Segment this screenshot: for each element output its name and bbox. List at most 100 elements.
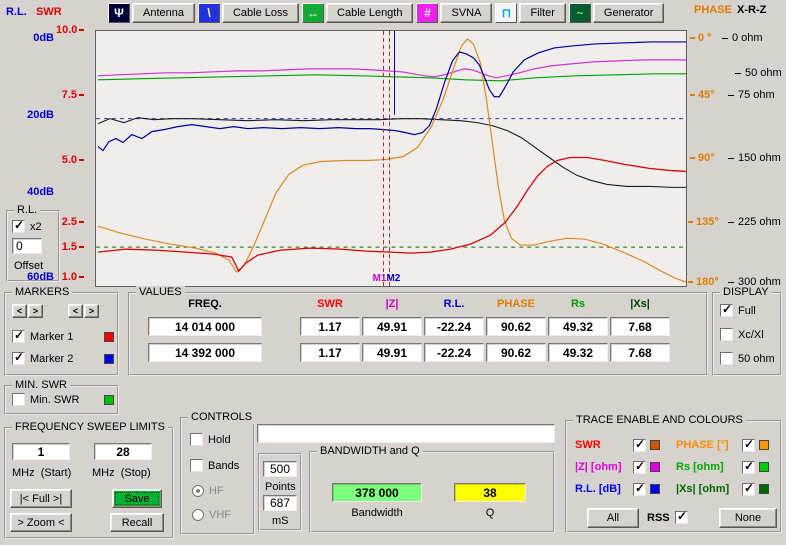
hf-label: HF — [209, 485, 224, 497]
trace-row-2: |Z| [ohm] Rs [ohm] — [575, 460, 769, 474]
marker2-swr-value: 1.17 — [300, 343, 360, 362]
markers-panel: MARKERS < > < > Marker 1 Marker 2 — [4, 292, 119, 376]
generator-button[interactable]: Generator — [593, 3, 665, 23]
rl-offset-input[interactable] — [12, 238, 42, 254]
vhf-label: VHF — [209, 509, 231, 521]
bandwidth-panel: BANDWIDTH and Q 378 000 Bandwidth 38 Q — [309, 451, 555, 533]
sweep-chart-canvas[interactable]: M1M2 — [96, 31, 686, 286]
marker2-label: Marker 2 — [30, 353, 99, 365]
marker1-swr-value: 1.17 — [300, 317, 360, 336]
swr-tick-label: 10.0 — [56, 24, 84, 36]
marker2-prev-button[interactable]: < — [68, 304, 83, 318]
rs-trace-checkbox[interactable] — [742, 461, 755, 474]
swr-tick-label: 2.5 — [56, 216, 84, 228]
sweep-time-input[interactable] — [263, 495, 297, 511]
xs-trace-swatch[interactable] — [759, 484, 769, 494]
vhf-row: VHF — [192, 509, 231, 521]
phase-trace-swatch[interactable] — [759, 440, 769, 450]
cable-loss-button[interactable]: Cable Loss — [222, 3, 299, 23]
generator-icon[interactable]: ~ — [569, 3, 591, 23]
display-xcxl-row: Xc/Xl — [720, 328, 764, 341]
xrz-axis-title: X-R-Z — [737, 4, 766, 16]
bands-label: Bands — [208, 460, 239, 472]
controls-panel: CONTROLS Hold Bands HF VHF — [180, 417, 255, 535]
column-header-freq: FREQ. — [148, 298, 262, 310]
values-panel: VALUES FREQ. SWR |Z| R.L. PHASE Rs |Xs| … — [128, 292, 708, 376]
svna-icon[interactable]: # — [416, 3, 438, 23]
swr-trace-label: SWR — [575, 439, 633, 451]
marker1-color-swatch — [104, 332, 114, 342]
controls-panel-title: CONTROLS — [188, 411, 255, 424]
all-traces-button[interactable]: All — [587, 508, 639, 528]
marker1-checkbox[interactable] — [12, 330, 25, 343]
min-swr-checkbox[interactable] — [12, 393, 25, 406]
full-checkbox[interactable] — [720, 304, 733, 317]
zoom-button[interactable]: > Zoom < — [10, 513, 72, 532]
start-freq-input[interactable] — [12, 443, 70, 460]
trace-enable-panel-title: TRACE ENABLE AND COLOURS — [573, 414, 746, 427]
marker1-label: Marker 1 — [30, 331, 99, 343]
rl-axis-title: R.L. — [6, 6, 27, 18]
rl-trace-swatch[interactable] — [650, 484, 660, 494]
z-trace-label: |Z| [ohm] — [575, 461, 633, 473]
toolbar-group-antenna: Ψ Antenna — [108, 3, 195, 23]
ohm-tick-label: 225 ohm — [728, 216, 781, 228]
points-input[interactable] — [263, 461, 297, 477]
xcxl-label: Xc/Xl — [738, 329, 764, 341]
min-swr-panel-title: MIN. SWR — [12, 379, 70, 392]
sweep-chart[interactable]: M1M2 — [95, 30, 687, 287]
marker2-checkbox[interactable] — [12, 352, 25, 365]
cable-length-button[interactable]: Cable Length — [326, 3, 413, 23]
xs-trace-checkbox[interactable] — [742, 483, 755, 496]
hf-radio[interactable] — [192, 485, 204, 497]
vhf-radio[interactable] — [192, 509, 204, 521]
z-trace-checkbox[interactable] — [633, 461, 646, 474]
rl-trace-checkbox[interactable] — [633, 483, 646, 496]
recall-button[interactable]: Recall — [110, 513, 164, 532]
toolbar-group-generator: ~ Generator — [569, 3, 665, 23]
marker1-prev-button[interactable]: < — [12, 304, 27, 318]
marker1-xs-value: 7.68 — [610, 317, 670, 336]
rss-checkbox[interactable] — [675, 511, 688, 524]
xcxl-checkbox[interactable] — [720, 328, 733, 341]
rs-trace-label: Rs [ohm] — [676, 461, 742, 473]
filter-icon[interactable]: ⊓ — [495, 3, 517, 23]
marker1-next-button[interactable]: > — [28, 304, 43, 318]
swr-trace-checkbox[interactable] — [633, 439, 646, 452]
phase-trace-checkbox[interactable] — [742, 439, 755, 452]
cable-loss-icon[interactable]: \ — [198, 3, 220, 23]
column-header-rs: Rs — [548, 298, 608, 310]
z-trace-swatch[interactable] — [650, 462, 660, 472]
phase-tick-label: 45° — [690, 89, 715, 101]
x2-checkbox[interactable] — [12, 220, 25, 233]
phase-tick-label: 0 ° — [690, 32, 712, 44]
bands-checkbox[interactable] — [190, 459, 203, 472]
message-input[interactable] — [257, 424, 555, 443]
filter-button[interactable]: Filter — [519, 3, 565, 23]
rs-trace — [98, 74, 686, 81]
svna-button[interactable]: SVNA — [440, 3, 492, 23]
none-traces-button[interactable]: None — [719, 508, 777, 528]
full-span-button[interactable]: |< Full >| — [10, 489, 72, 508]
hold-checkbox[interactable] — [190, 433, 203, 446]
rs-trace-swatch[interactable] — [759, 462, 769, 472]
antenna-icon[interactable]: Ψ — [108, 3, 130, 23]
marker1-rl-value: -22.24 — [424, 317, 484, 336]
swr-tick-label: 1.0 — [56, 271, 84, 283]
stop-freq-label: MHz (Stop) — [92, 467, 151, 479]
x2-label: x2 — [30, 221, 42, 233]
swr-tick-label: 7.5 — [56, 89, 84, 101]
rss-label: RSS — [647, 512, 670, 524]
swr-trace-swatch[interactable] — [650, 440, 660, 450]
50ohm-checkbox[interactable] — [720, 352, 733, 365]
marker2-next-button[interactable]: > — [84, 304, 99, 318]
trace-enable-panel: TRACE ENABLE AND COLOURS SWR PHASE [°] |… — [565, 420, 782, 533]
save-button[interactable]: Save — [112, 489, 162, 508]
stop-freq-input[interactable] — [94, 443, 152, 460]
swr-trace — [98, 158, 686, 272]
min-swr-row: Min. SWR — [12, 393, 114, 406]
antenna-button[interactable]: Antenna — [132, 3, 195, 23]
cable-length-icon[interactable]: ↔ — [302, 3, 324, 23]
display-panel: DISPLAY Full Xc/Xl 50 ohm — [712, 292, 782, 376]
marker1-freq-value: 14 014 000 — [148, 317, 262, 336]
